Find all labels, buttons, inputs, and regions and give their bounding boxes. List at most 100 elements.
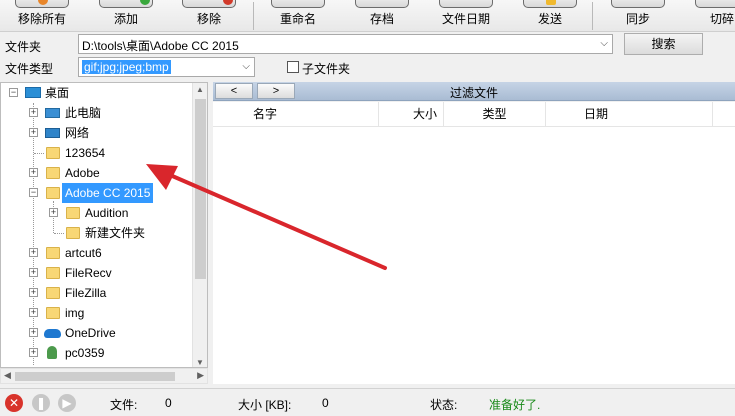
tree-guide-line [34,153,44,154]
expand-icon[interactable]: + [49,208,58,217]
chevron-down-icon[interactable]: ⌵ [242,61,250,72]
tree-item-user[interactable]: + pc0359 [1,343,191,363]
expand-icon[interactable]: + [29,268,38,277]
tree-item-folder[interactable]: + img [1,303,191,323]
column-name[interactable]: 名字 [213,102,379,127]
search-button[interactable]: 搜索 [624,33,703,55]
tree-item-folder[interactable]: + artcut6 [1,243,191,263]
folder-label: 文件夹 [5,40,42,54]
archive-button[interactable]: 存档 [348,0,416,32]
shred-button[interactable]: 切碎 [688,0,735,32]
folder-open-icon [46,187,60,199]
file-list-header: 名字 大小 类型 日期 [213,102,735,127]
column-type[interactable]: 类型 [444,102,546,127]
scroll-left-icon[interactable]: ◀ [4,370,11,381]
toolbar: 移除所有 添加 移除 重命名 存档 文件日期 发送 同步 切碎 [0,0,735,32]
rename-icon [271,0,325,8]
folder-icon [46,247,60,259]
pause-icon[interactable]: ❚ [32,394,50,412]
state-label: 状态: [430,398,458,412]
column-size[interactable]: 大小 [379,102,444,127]
tree-item-folder[interactable]: + Adobe [1,163,191,183]
folder-icon [46,287,60,299]
send-button[interactable]: 发送 [516,0,584,32]
rename-button[interactable]: 重命名 [264,0,332,32]
cloud-icon [44,329,61,338]
filetype-value: gif;jpg;jpeg;bmp [82,60,171,74]
add-file-icon [99,0,153,8]
play-icon[interactable]: ▶ [58,394,76,412]
tree-item-folder[interactable]: 123654 [1,143,191,163]
status-bar: ✕ ❚ ▶ 文件: 0 大小 [KB]: 0 状态: 准备好了. [0,388,735,416]
tree-item-folder[interactable]: + Audition [1,203,191,223]
size-value: 0 [322,396,329,410]
expand-icon[interactable]: + [29,308,38,317]
expand-icon[interactable]: + [29,328,38,337]
scroll-down-icon[interactable]: ▼ [196,358,204,367]
archive-icon [355,0,409,8]
user-icon [47,346,57,359]
files-count: 0 [165,396,172,410]
collapse-icon[interactable]: − [29,188,38,197]
folder-icon [66,227,80,239]
remove-button[interactable]: 移除 [175,0,243,32]
folder-tree[interactable]: − 桌面 + 此电脑 + 网络 123654 + Adobe − Adobe C… [0,82,208,368]
desktop-icon [25,87,41,98]
filetype-label: 文件类型 [5,62,54,76]
send-mail-icon [523,0,577,8]
folder-icon [46,147,60,159]
file-date-button[interactable]: 文件日期 [432,0,500,32]
tree-item-folder-selected[interactable]: − Adobe CC 2015 [1,183,191,203]
prev-button[interactable]: < [215,83,253,99]
scroll-thumb[interactable] [15,372,175,381]
add-button[interactable]: 添加 [92,0,160,32]
remove-all-icon [15,0,69,8]
folder-icon [46,267,60,279]
expand-icon[interactable]: + [29,288,38,297]
remove-all-button[interactable]: 移除所有 [8,0,76,32]
scroll-thumb[interactable] [195,99,206,279]
filetype-combobox[interactable]: gif;jpg;jpeg;bmp ⌵ [78,57,255,77]
state-value: 准备好了. [489,398,541,412]
network-icon [45,128,60,138]
expand-icon[interactable]: + [29,248,38,257]
size-label: 大小 [KB]: [238,398,292,412]
remove-file-icon [182,0,236,8]
tree-item-this-pc[interactable]: + 此电脑 [1,103,191,123]
scroll-up-icon[interactable]: ▲ [196,85,204,94]
shredder-icon [695,0,735,8]
next-button[interactable]: > [257,83,295,99]
folder-icon [66,207,80,219]
column-date[interactable]: 日期 [546,102,713,127]
scroll-right-icon[interactable]: ▶ [197,370,204,381]
folder-icon [46,167,60,179]
folder-path-value: D:\tools\桌面\Adobe CC 2015 [82,39,239,53]
tree-item-folder[interactable]: + FileZilla [1,283,191,303]
expand-icon[interactable]: + [29,348,38,357]
tree-item-folder[interactable]: + FileRecv [1,263,191,283]
tree-item-network[interactable]: + 网络 [1,123,191,143]
folder-combobox[interactable]: D:\tools\桌面\Adobe CC 2015 ⌵ [78,34,613,54]
calendar-icon [439,0,493,8]
tree-item-onedrive[interactable]: + OneDrive [1,323,191,343]
toolbar-separator [253,2,254,30]
sync-icon [611,0,665,8]
stop-icon[interactable]: ✕ [5,394,23,412]
expand-icon[interactable]: + [29,128,38,137]
files-label: 文件: [110,398,138,412]
chevron-down-icon[interactable]: ⌵ [600,38,608,49]
tree-item-desktop[interactable]: − 桌面 [1,83,191,103]
subfolder-checkbox[interactable] [287,61,299,73]
tree-vertical-scrollbar[interactable]: ▲ ▼ [192,83,207,367]
tree-item-folder[interactable]: 新建文件夹 [1,223,191,243]
expand-icon[interactable]: + [29,108,38,117]
collapse-icon[interactable]: − [9,88,18,97]
computer-icon [45,108,60,118]
expand-icon[interactable]: + [29,168,38,177]
filter-bar: 过滤文件 < > [213,82,735,101]
tree-horizontal-scrollbar[interactable]: ◀ ▶ [0,368,208,384]
file-list[interactable] [213,127,735,384]
sync-button[interactable]: 同步 [604,0,672,32]
tree-guide-line [54,233,64,234]
folder-icon [46,307,60,319]
